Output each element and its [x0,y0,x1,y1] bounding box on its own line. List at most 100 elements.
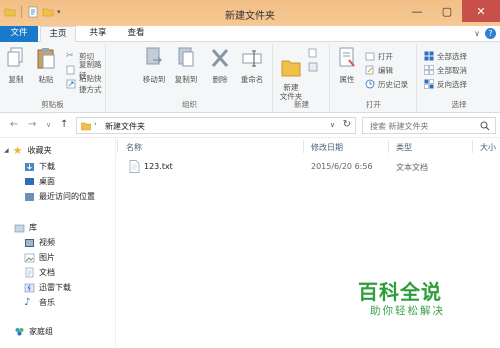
documents-icon [25,267,34,277]
copy-path-icon [66,65,75,75]
nav-item-videos[interactable]: 视频 [24,235,55,249]
new-folder-icon [281,60,301,77]
chevron-down-icon[interactable]: ∨ [474,29,480,38]
new-item-icon[interactable] [308,48,318,58]
nav-item-thunder-downloads[interactable]: 迅雷下载 [24,280,71,294]
nav-homegroup-label: 家庭组 [29,326,53,336]
nav-item-desktop[interactable]: 桌面 [24,174,55,188]
select-all-label: 全部选择 [437,51,467,61]
chevron-down-icon[interactable]: ∨ [330,121,335,129]
invert-selection-button[interactable]: 反向选择 [424,78,467,90]
address-bar[interactable]: › 新建文件夹 ∨ ↻ [76,117,356,134]
breadcrumb-chevron-icon[interactable]: › [94,120,97,128]
copy-button[interactable]: 复制 [4,46,28,85]
refresh-icon[interactable]: ↻ [343,119,351,130]
tab-view[interactable]: 查看 [118,26,154,42]
file-name[interactable]: 123.txt [144,162,173,171]
invert-selection-icon [424,79,434,89]
help-icon[interactable]: ? [485,28,496,39]
text-file-icon [129,160,140,173]
open-group: 属性 打开 编辑 历史记录 打开 [331,44,417,112]
column-header-name[interactable]: 名称 [126,142,142,153]
music-icon: ♪ [24,296,31,308]
rename-button[interactable]: 重命名 [237,46,267,85]
nav-item-label: 桌面 [39,176,55,186]
copy-to-label: 复制到 [174,75,198,84]
search-placeholder: 搜索 新建文件夹 [370,122,429,131]
nav-libraries[interactable]: 库 [14,220,37,234]
copy-to-button[interactable]: 复制到 [171,46,201,85]
column-header-modified[interactable]: 修改日期 [311,142,343,153]
easy-access-icon[interactable] [308,62,318,72]
search-icon[interactable] [480,121,490,131]
paste-label: 粘贴 [38,75,54,84]
search-input[interactable]: 搜索 新建文件夹 [362,117,496,134]
open-button[interactable]: 打开 [365,50,393,62]
recent-places-icon [25,192,34,201]
column-header-size[interactable]: 大小 [480,142,496,153]
open-group-label: 打开 [366,100,381,109]
paste-shortcut-label: 粘贴快捷方式 [79,74,102,94]
tab-home[interactable]: 主页 [40,26,76,42]
breadcrumb-path[interactable]: 新建文件夹 [105,121,145,132]
table-row[interactable]: 123.txt 2015/6/20 6:56 文本文档 [117,158,500,174]
nav-item-label: 图片 [39,252,55,262]
file-modified: 2015/6/20 6:56 [311,162,373,171]
edit-button[interactable]: 编辑 [365,64,393,76]
select-none-button[interactable]: 全部取消 [424,64,467,76]
nav-homegroup[interactable]: 家庭组 [14,324,53,338]
new-group: 新建 文件夹 新建 [274,44,330,112]
window-controls: — ▢ ✕ [402,0,500,22]
select-none-label: 全部取消 [437,65,467,75]
history-label: 历史记录 [378,79,408,89]
paste-shortcut-icon [66,79,76,89]
star-icon: ★ [12,143,23,157]
pictures-icon [24,253,35,262]
open-icon [365,52,375,61]
tab-share[interactable]: 共享 [80,26,116,42]
nav-item-recent[interactable]: 最近访问的位置 [24,189,95,203]
paste-button[interactable]: 粘贴 [34,46,58,85]
clipboard-group-label: 剪贴板 [41,100,64,109]
move-to-label: 移动到 [142,75,166,84]
back-arrow-icon[interactable]: ← [10,119,18,130]
tab-file[interactable]: 文件 [0,26,38,42]
minimize-button[interactable]: — [402,0,432,22]
nav-item-downloads[interactable]: 下载 [24,159,55,173]
column-header-type[interactable]: 类型 [396,142,412,153]
nav-item-pictures[interactable]: 图片 [24,250,55,264]
column-separator [303,140,304,153]
properties-icon [339,47,355,67]
column-separator [388,140,389,153]
properties-button[interactable]: 属性 [335,46,359,85]
paste-icon [37,48,55,69]
nav-item-label: 文档 [39,267,55,277]
desktop-icon [25,177,34,185]
downloads-icon [25,162,34,171]
select-all-button[interactable]: 全部选择 [424,50,467,62]
expand-arrow-icon[interactable]: ◢ [4,147,9,154]
nav-favorites[interactable]: ◢ ★ 收藏夹 [4,143,52,157]
nav-item-label: 最近访问的位置 [39,191,95,201]
paste-shortcut-button[interactable]: 粘贴快捷方式 [66,74,105,94]
nav-item-label: 下载 [39,161,55,171]
move-to-button[interactable]: 移动到 [139,46,169,85]
invert-selection-label: 反向选择 [437,79,467,89]
recent-locations-icon[interactable]: ∨ [46,121,51,129]
forward-arrow-icon[interactable]: → [28,119,36,130]
copy-label: 复制 [8,75,24,84]
watermark-logo: 百科全说 助你轻松解决 [352,276,472,326]
edit-label: 编辑 [378,65,393,75]
nav-item-documents[interactable]: 文档 [24,265,55,279]
history-button[interactable]: 历史记录 [365,78,408,90]
select-group-label: 选择 [451,100,467,109]
edit-icon [365,65,374,75]
select-group: 全部选择 全部取消 反向选择 选择 [418,44,500,112]
nav-item-music[interactable]: ♪ 音乐 [24,295,55,309]
up-arrow-icon[interactable]: ↑ [60,119,68,130]
delete-button[interactable]: 删除 [207,46,233,85]
organize-group: 移动到 复制到 删除 重命名 组织 [107,44,273,112]
clipboard-group: 复制 粘贴 ✂ 剪切 复制路径 粘贴快捷方式 剪贴板 [0,44,106,112]
close-button[interactable]: ✕ [462,0,500,22]
maximize-button[interactable]: ▢ [432,0,462,22]
